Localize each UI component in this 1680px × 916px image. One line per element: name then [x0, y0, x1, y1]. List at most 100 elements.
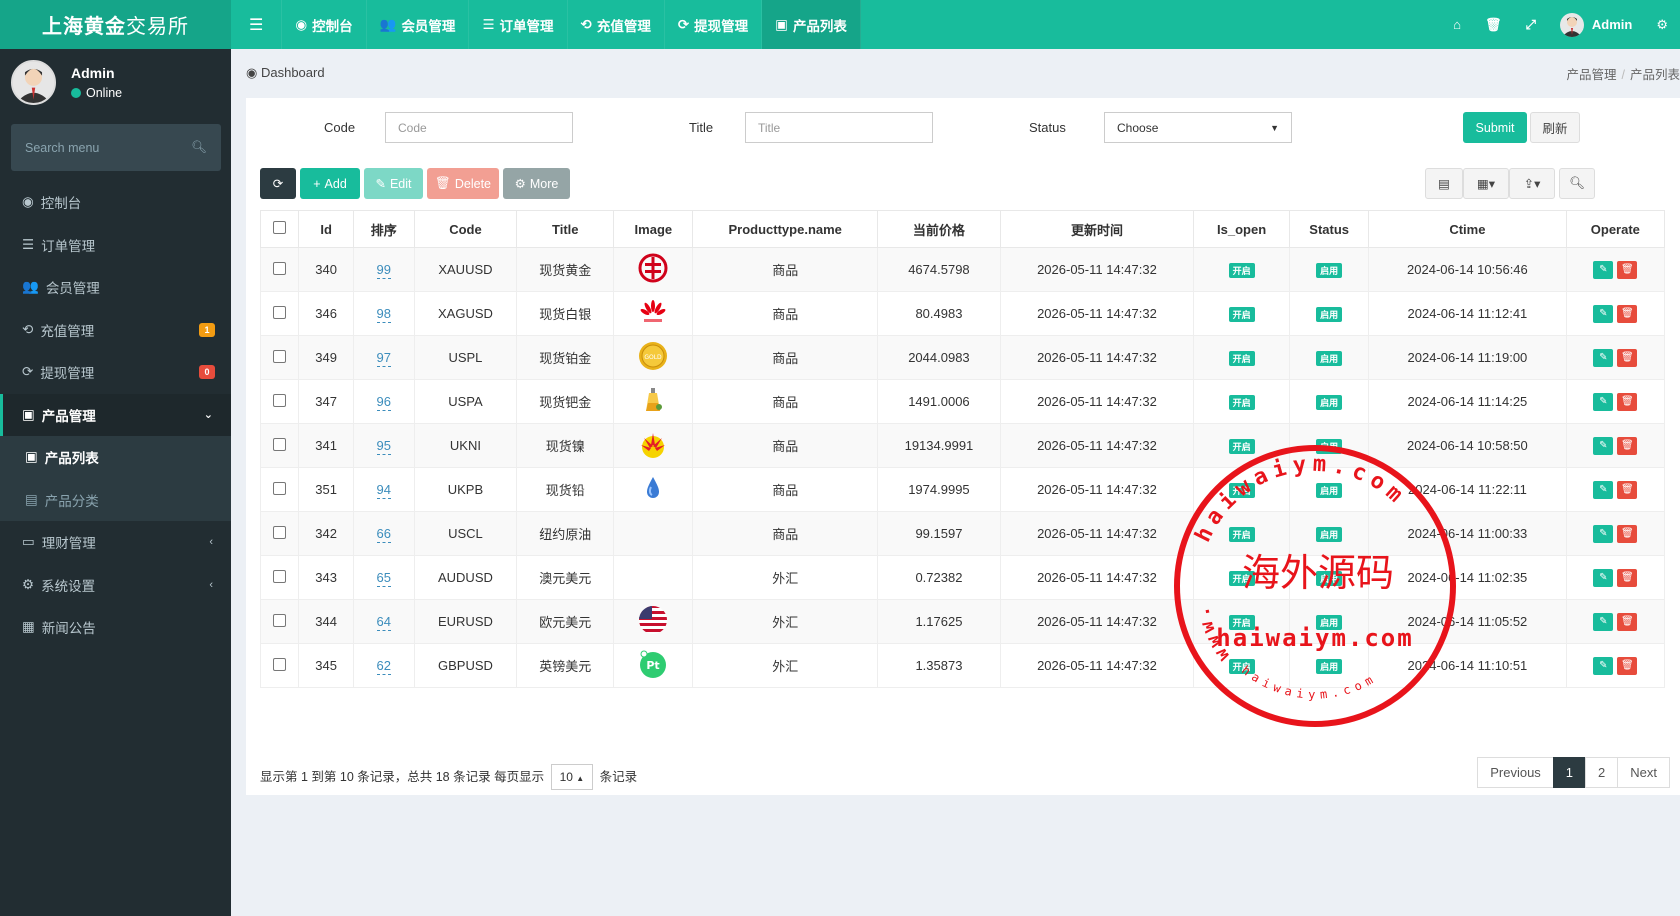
- topnav-members[interactable]: 👥 会员管理: [367, 0, 470, 49]
- code-input[interactable]: Code: [385, 112, 573, 143]
- status-badge[interactable]: 启用: [1316, 394, 1343, 410]
- sort-edit-link[interactable]: 96: [376, 394, 392, 411]
- row-delete-button[interactable]: 🗑: [1617, 260, 1638, 279]
- topnav-deposit[interactable]: ⟲ 充值管理: [568, 0, 665, 49]
- column-header[interactable]: 当前价格: [877, 210, 1001, 248]
- sidebar-item-finance[interactable]: ▭ 理财管理 ‹: [0, 521, 231, 564]
- sidebar-item-product-category[interactable]: ▤ 产品分类: [0, 479, 231, 522]
- row-delete-button[interactable]: 🗑: [1617, 656, 1638, 675]
- fullscreen-button[interactable]: ⤢: [1513, 17, 1547, 33]
- sidebar-item-orders[interactable]: ☰ 订单管理: [0, 224, 231, 267]
- sort-edit-link[interactable]: 94: [376, 482, 392, 499]
- row-delete-button[interactable]: 🗑: [1617, 524, 1638, 543]
- topnav-dashboard[interactable]: ◉ 控制台: [282, 0, 367, 49]
- column-header[interactable]: Ctime: [1368, 210, 1567, 248]
- row-checkbox[interactable]: [259, 379, 300, 424]
- submit-button[interactable]: Submit: [1463, 112, 1527, 143]
- cell-sort[interactable]: 94: [352, 467, 415, 512]
- sidebar-toggle-button[interactable]: ☰: [231, 0, 283, 49]
- row-delete-button[interactable]: 🗑: [1617, 568, 1638, 587]
- sort-edit-link[interactable]: 95: [376, 438, 392, 455]
- topnav-orders[interactable]: ☰ 订单管理: [469, 0, 568, 49]
- row-checkbox[interactable]: [259, 291, 300, 336]
- column-header[interactable]: Status: [1289, 210, 1370, 248]
- row-edit-button[interactable]: ✎: [1593, 656, 1614, 675]
- page-button-1[interactable]: 1: [1552, 757, 1587, 788]
- table-row[interactable]: 340 99 XAUUSD 现货黄金 商品 4674.5798 2026-05-…: [259, 247, 1666, 292]
- column-header[interactable]: Title: [516, 210, 615, 248]
- row-edit-button[interactable]: ✎: [1593, 348, 1614, 367]
- cell-sort[interactable]: 97: [352, 335, 415, 380]
- huawei-logo-icon[interactable]: [638, 297, 668, 327]
- is-open-badge[interactable]: 开启: [1228, 350, 1255, 366]
- status-badge[interactable]: 启用: [1316, 570, 1343, 586]
- row-delete-button[interactable]: 🗑: [1617, 480, 1638, 499]
- water-drop-icon[interactable]: [638, 473, 668, 503]
- sidebar-item-withdraw[interactable]: ⟳ 提现管理 0: [0, 351, 231, 394]
- sidebar-item-news[interactable]: ▦ 新闻公告: [0, 606, 231, 649]
- row-delete-button[interactable]: 🗑: [1617, 304, 1638, 323]
- sort-edit-link[interactable]: 64: [376, 614, 392, 631]
- is-open-badge[interactable]: 开启: [1228, 438, 1255, 454]
- row-delete-button[interactable]: 🗑: [1617, 436, 1638, 455]
- cell-sort[interactable]: 64: [352, 599, 415, 644]
- row-checkbox[interactable]: [259, 423, 300, 468]
- sort-edit-link[interactable]: 99: [376, 262, 392, 279]
- previous-page-button[interactable]: Previous: [1477, 757, 1554, 788]
- sidebar-item-members[interactable]: 👥 会员管理: [0, 266, 231, 309]
- refresh-button[interactable]: ⟳: [260, 168, 296, 199]
- row-delete-button[interactable]: 🗑: [1617, 612, 1638, 631]
- breadcrumb-home[interactable]: ◉ Dashboard: [246, 65, 325, 81]
- status-badge[interactable]: 启用: [1316, 350, 1343, 366]
- user-menu[interactable]: Admin: [1548, 12, 1644, 37]
- is-open-badge[interactable]: 开启: [1228, 394, 1255, 410]
- table-row[interactable]: 341 95 UKNI 现货镍 商品 19134.9991 2026-05-11…: [259, 423, 1666, 468]
- sidebar-search-input[interactable]: Search menu 🔍︎: [11, 124, 221, 171]
- status-select[interactable]: Choose ▼: [1104, 112, 1292, 143]
- status-badge[interactable]: 启用: [1316, 306, 1343, 322]
- table-row[interactable]: 345 62 GBPUSD 英镑美元 Pt 外汇 1.35873 2026-05…: [259, 643, 1666, 688]
- row-checkbox[interactable]: [259, 511, 300, 556]
- petrochina-logo-icon[interactable]: [638, 429, 668, 459]
- is-open-badge[interactable]: 开启: [1228, 262, 1255, 278]
- page-button-2[interactable]: 2: [1585, 757, 1619, 788]
- status-badge[interactable]: 启用: [1316, 526, 1343, 542]
- row-checkbox[interactable]: [259, 247, 300, 292]
- table-row[interactable]: 346 98 XAGUSD 现货白银 商品 80.4983 2026-05-11…: [259, 291, 1666, 336]
- select-all-checkbox[interactable]: [259, 210, 300, 248]
- sort-edit-link[interactable]: 62: [376, 658, 392, 675]
- status-badge[interactable]: 启用: [1316, 262, 1343, 278]
- is-open-badge[interactable]: 开启: [1228, 526, 1255, 542]
- column-header[interactable]: Id: [298, 210, 354, 248]
- edit-button[interactable]: ✎ Edit: [364, 168, 423, 199]
- table-row[interactable]: 344 64 EURUSD 欧元美元 外汇 1.17625 2026-05-11…: [259, 599, 1666, 644]
- row-checkbox[interactable]: [259, 643, 300, 688]
- is-open-badge[interactable]: 开启: [1228, 306, 1255, 322]
- status-badge[interactable]: 启用: [1316, 658, 1343, 674]
- toggle-view-button[interactable]: ▤: [1425, 168, 1463, 199]
- topnav-withdraw[interactable]: ⟳ 提现管理: [665, 0, 763, 49]
- row-edit-button[interactable]: ✎: [1593, 304, 1614, 323]
- search-toggle-button[interactable]: 🔍︎: [1559, 168, 1595, 199]
- row-edit-button[interactable]: ✎: [1593, 524, 1614, 543]
- column-header[interactable]: 更新时间: [999, 210, 1195, 248]
- status-badge[interactable]: 启用: [1316, 438, 1343, 454]
- row-checkbox[interactable]: [259, 335, 300, 380]
- column-header[interactable]: Is_open: [1193, 210, 1291, 248]
- more-button[interactable]: ⚙ More: [503, 168, 570, 199]
- row-edit-button[interactable]: ✎: [1593, 568, 1614, 587]
- reset-button[interactable]: 刷新: [1530, 112, 1580, 143]
- cell-sort[interactable]: 62: [352, 643, 415, 688]
- row-edit-button[interactable]: ✎: [1593, 392, 1614, 411]
- table-row[interactable]: 351 94 UKPB 现货铅 商品 1974.9995 2026-05-11 …: [259, 467, 1666, 512]
- sidebar-item-products[interactable]: ▣ 产品管理 ⌄: [0, 393, 231, 436]
- cell-sort[interactable]: 96: [352, 379, 415, 424]
- sidebar-item-product-list[interactable]: ▣ 产品列表: [0, 436, 231, 479]
- row-edit-button[interactable]: ✎: [1593, 480, 1614, 499]
- column-header[interactable]: Producttype.name: [692, 210, 879, 248]
- breadcrumb-item[interactable]: 产品管理: [1566, 68, 1616, 82]
- topnav-products[interactable]: ▣ 产品列表: [762, 0, 861, 49]
- table-row[interactable]: 343 65 AUDUSD 澳元美元 外汇 0.72382 2026-05-11…: [259, 555, 1666, 600]
- table-row[interactable]: 347 96 USPA 现货钯金 商品 1491.0006 2026-05-11…: [259, 379, 1666, 424]
- cell-sort[interactable]: 65: [352, 555, 415, 600]
